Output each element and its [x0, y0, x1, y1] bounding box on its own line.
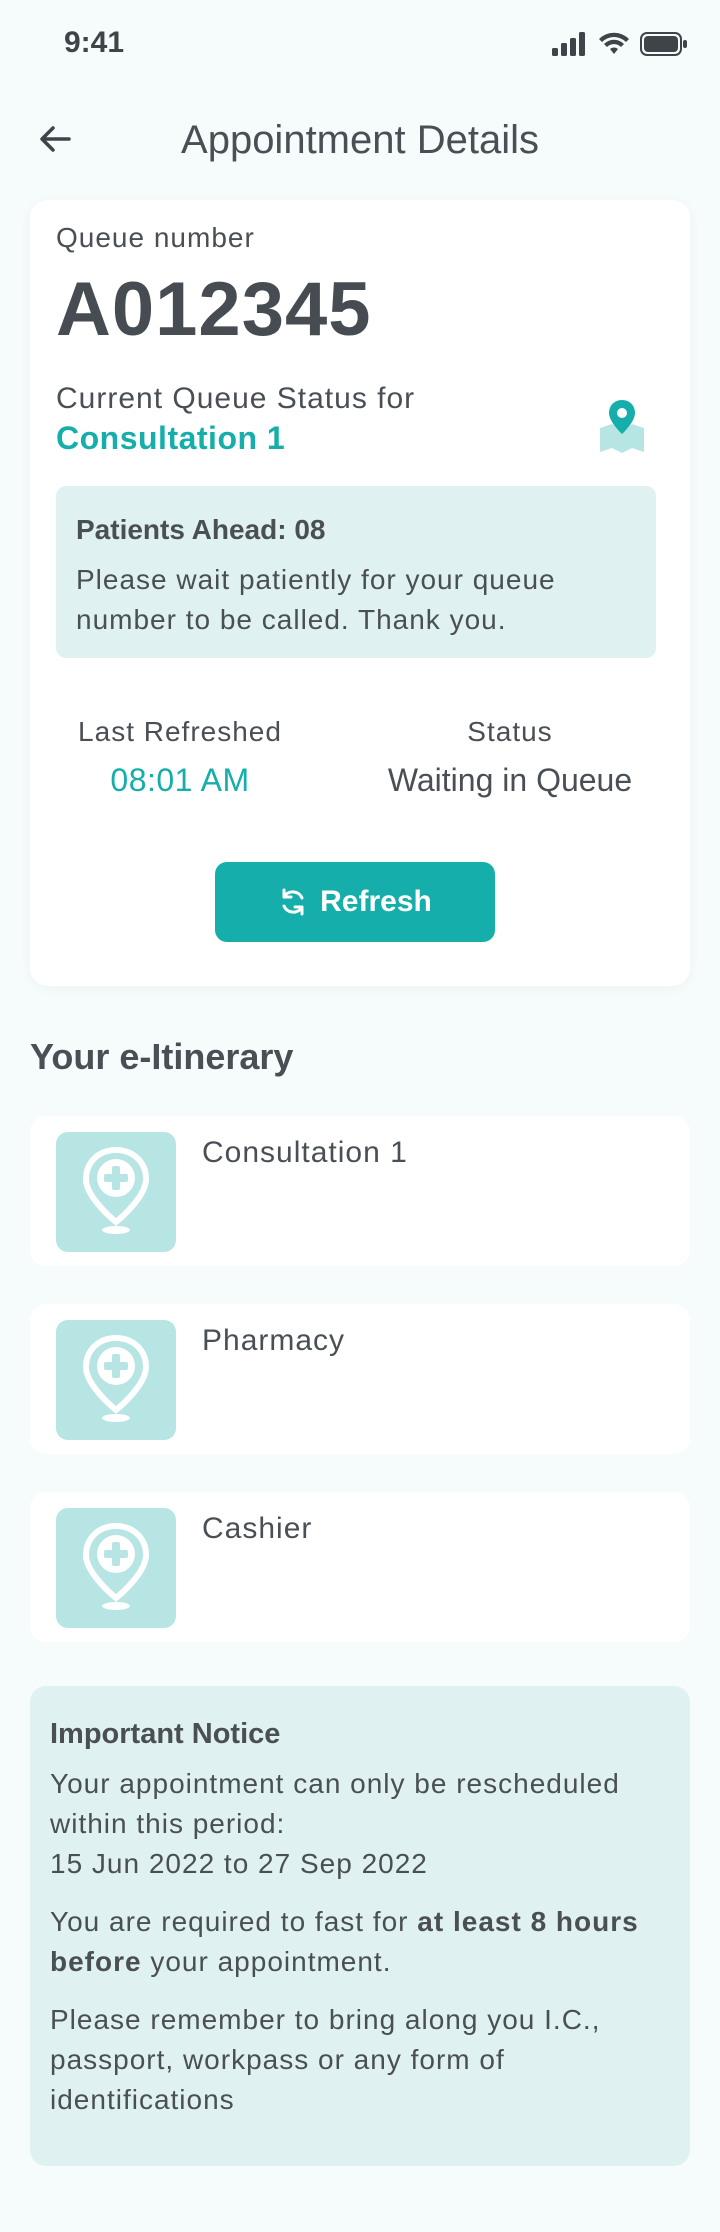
last-refreshed-value: 08:01 AM	[110, 762, 250, 798]
medical-location-icon	[82, 1522, 150, 1610]
fast-suffix: your appointment.	[141, 1946, 392, 1977]
patients-ahead: Patients Ahead: 08	[76, 514, 326, 545]
itinerary-icon-container	[56, 1132, 176, 1252]
itinerary-item-consultation[interactable]: Consultation 1	[30, 1116, 690, 1266]
last-refreshed: Last Refreshed 08:01 AM	[60, 716, 300, 799]
itinerary-item-label: Pharmacy	[202, 1324, 346, 1357]
itinerary-item-label: Consultation 1	[202, 1136, 408, 1169]
map-button[interactable]	[596, 398, 648, 454]
fast-prefix: You are required to fast for	[50, 1906, 418, 1937]
medical-location-icon	[82, 1146, 150, 1234]
page-title: Appointment Details	[181, 118, 539, 162]
queue-status-location: Consultation 1	[56, 420, 286, 456]
map-pin-icon	[600, 400, 644, 453]
status-icons	[552, 32, 688, 56]
reschedule-text: Your appointment can only be rescheduled…	[50, 1768, 620, 1839]
reschedule-paragraph: Your appointment can only be rescheduled…	[50, 1764, 670, 1884]
important-notice: Important Notice Your appointment can on…	[30, 1686, 690, 2166]
reschedule-period: 15 Jun 2022 to 27 Sep 2022	[50, 1848, 428, 1879]
notice-body: Your appointment can only be rescheduled…	[50, 1764, 670, 2138]
itinerary-item-pharmacy[interactable]: Pharmacy	[30, 1304, 690, 1454]
status-value: Waiting in Queue	[387, 762, 633, 798]
status-bar: 9:41	[0, 0, 720, 90]
patients-ahead-box: Patients Ahead: 08 Please wait patiently…	[56, 486, 656, 658]
queue-number: A012345	[56, 267, 372, 352]
refresh-button[interactable]: Refresh	[215, 862, 495, 942]
status-label: Status	[467, 716, 553, 747]
last-refreshed-label: Last Refreshed	[78, 716, 282, 747]
wait-message: Please wait patiently for your queue num…	[76, 564, 556, 635]
itinerary-item-cashier[interactable]: Cashier	[30, 1492, 690, 1642]
medical-location-icon	[82, 1334, 150, 1422]
queue-number-label: Queue number	[56, 222, 255, 253]
itinerary-icon-container	[56, 1320, 176, 1440]
status-time: 9:41	[64, 26, 125, 59]
app-header: Appointment Details	[0, 90, 720, 190]
bring-id-paragraph: Please remember to bring along you I.C.,…	[50, 2004, 601, 2115]
queue-status-label: Current Queue Status for	[56, 382, 416, 415]
refresh-icon	[282, 888, 304, 916]
notice-title: Important Notice	[50, 1718, 281, 1750]
itinerary-item-label: Cashier	[202, 1512, 313, 1545]
refresh-label: Refresh	[320, 885, 432, 918]
itinerary-icon-container	[56, 1508, 176, 1628]
wifi-icon	[599, 32, 629, 54]
battery-icon	[640, 32, 687, 56]
itinerary-title: Your e-Itinerary	[30, 1036, 294, 1077]
queue-status: Status Waiting in Queue	[350, 716, 670, 799]
signal-icon	[552, 32, 585, 56]
queue-card: Queue number A012345 Current Queue Statu…	[30, 200, 690, 986]
fasting-paragraph: You are required to fast for at least 8 …	[50, 1902, 670, 1982]
